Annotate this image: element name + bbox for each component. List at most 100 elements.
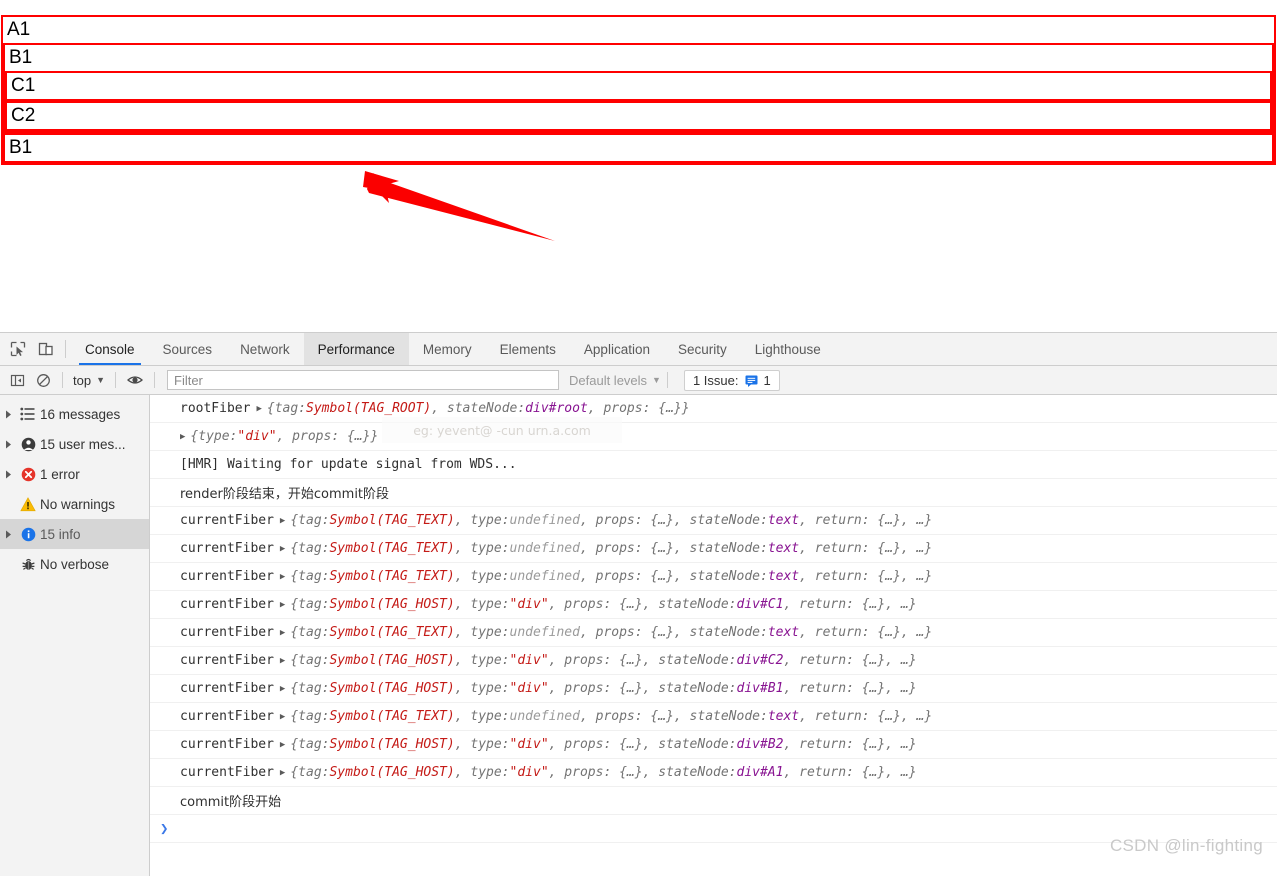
log-token-obj: , props: {…}, stateNode: bbox=[548, 597, 737, 612]
tab-memory[interactable]: Memory bbox=[409, 333, 486, 365]
log-token-obj: , type: bbox=[454, 765, 510, 780]
sidebar-item-info-label: 15 info bbox=[40, 526, 81, 542]
log-token-obj: , props: {…}, stateNode: bbox=[579, 625, 768, 640]
toolbar-divider bbox=[65, 340, 66, 358]
console-log-row[interactable]: currentFiber ▶ {tag: Symbol(TAG_TEXT), typ… bbox=[150, 507, 1277, 535]
log-token-str: "div" bbox=[237, 429, 277, 444]
log-token-obj: {tag: bbox=[290, 765, 330, 780]
expand-triangle-icon[interactable]: ▶ bbox=[256, 404, 261, 414]
expand-triangle-icon[interactable]: ▶ bbox=[280, 712, 285, 722]
console-log-row[interactable]: currentFiber ▶ {tag: Symbol(TAG_HOST), typ… bbox=[150, 591, 1277, 619]
console-log-row[interactable]: currentFiber ▶ {tag: Symbol(TAG_HOST), typ… bbox=[150, 675, 1277, 703]
tab-lighthouse[interactable]: Lighthouse bbox=[741, 333, 835, 365]
log-token-node: text bbox=[767, 709, 800, 724]
sidebar-item-verbose[interactable]: No verbose bbox=[0, 549, 149, 579]
tab-application[interactable]: Application bbox=[570, 333, 664, 365]
console-log-row[interactable]: ▶ {type: "div", props: {…}} bbox=[150, 423, 1277, 451]
live-expression-eye-icon[interactable] bbox=[122, 368, 148, 392]
log-level-selector[interactable]: Default levels ▼ bbox=[569, 373, 661, 388]
sidebar-item-warnings-label: No warnings bbox=[40, 496, 116, 512]
log-token-sym: Symbol(TAG_HOST) bbox=[329, 765, 455, 780]
log-token-obj: , return: {…}, …} bbox=[783, 681, 917, 696]
console-log-row[interactable]: currentFiber ▶ {tag: Symbol(TAG_HOST), typ… bbox=[150, 759, 1277, 787]
expand-triangle-icon[interactable]: ▶ bbox=[280, 768, 285, 778]
person-icon bbox=[16, 437, 40, 452]
console-log-row[interactable]: [HMR] Waiting for update signal from WDS… bbox=[150, 451, 1277, 479]
expand-triangle-icon[interactable]: ▶ bbox=[280, 600, 285, 610]
expand-triangle-icon[interactable]: ▶ bbox=[280, 740, 285, 750]
console-log-row[interactable]: commit阶段开始 bbox=[150, 787, 1277, 815]
log-token-str: "div" bbox=[509, 737, 549, 752]
log-token-obj: {tag: bbox=[290, 513, 330, 528]
issues-button[interactable]: 1 Issue: 1 bbox=[683, 369, 780, 391]
expand-triangle-icon[interactable]: ▶ bbox=[280, 628, 285, 638]
div-A1: A1 B1 C1 C2 B1 bbox=[1, 15, 1276, 165]
console-log-row[interactable]: currentFiber ▶ {tag: Symbol(TAG_TEXT), typ… bbox=[150, 535, 1277, 563]
log-row-prefix: currentFiber bbox=[180, 709, 274, 724]
console-filter-input[interactable] bbox=[167, 370, 559, 390]
log-row-prefix: currentFiber bbox=[180, 625, 274, 640]
log-token-obj: {tag: bbox=[290, 541, 330, 556]
log-token-obj: {tag: bbox=[290, 625, 330, 640]
expand-triangle-icon[interactable]: ▶ bbox=[280, 516, 285, 526]
log-token-obj: , props: {…}, stateNode: bbox=[548, 737, 737, 752]
device-toolbar-icon[interactable] bbox=[32, 333, 60, 365]
chevron-right-icon[interactable] bbox=[0, 470, 16, 479]
div-C1: C1 bbox=[5, 71, 1272, 101]
console-log-row[interactable]: currentFiber ▶ {tag: Symbol(TAG_TEXT), typ… bbox=[150, 619, 1277, 647]
tab-network[interactable]: Network bbox=[226, 333, 304, 365]
log-token-undef: undefined bbox=[509, 541, 580, 556]
console-sidebar-toggle-icon[interactable] bbox=[4, 368, 30, 392]
log-token-obj: , props: {…}} bbox=[276, 429, 379, 444]
log-token-node: div#B2 bbox=[736, 737, 784, 752]
console-log-row[interactable]: currentFiber ▶ {tag: Symbol(TAG_HOST), typ… bbox=[150, 731, 1277, 759]
console-log-row[interactable]: rootFiber ▶ {tag: Symbol(TAG_ROOT), stateN… bbox=[150, 395, 1277, 423]
log-row-prefix: currentFiber bbox=[180, 513, 274, 528]
expand-triangle-icon[interactable]: ▶ bbox=[180, 432, 185, 442]
sidebar-item-warnings[interactable]: No warnings bbox=[0, 489, 149, 519]
log-token-node: div#C2 bbox=[736, 653, 784, 668]
log-token-str: "div" bbox=[509, 653, 549, 668]
tab-console[interactable]: Console bbox=[71, 333, 149, 365]
tab-security[interactable]: Security bbox=[664, 333, 741, 365]
console-log-row[interactable]: currentFiber ▶ {tag: Symbol(TAG_TEXT), typ… bbox=[150, 703, 1277, 731]
div-B1: B1 C1 C2 bbox=[3, 43, 1274, 133]
chevron-right-icon[interactable] bbox=[0, 440, 16, 449]
log-token-node: text bbox=[767, 513, 800, 528]
console-log-row[interactable]: currentFiber ▶ {tag: Symbol(TAG_TEXT), typ… bbox=[150, 563, 1277, 591]
tab-sources[interactable]: Sources bbox=[149, 333, 227, 365]
sidebar-item-info[interactable]: 15 info bbox=[0, 519, 149, 549]
log-token-obj: , props: {…}} bbox=[587, 401, 690, 416]
log-token-obj: {type: bbox=[190, 429, 238, 444]
chevron-right-icon[interactable] bbox=[0, 530, 16, 539]
log-row-prefix: currentFiber bbox=[180, 681, 274, 696]
expand-triangle-icon[interactable]: ▶ bbox=[280, 572, 285, 582]
expand-triangle-icon[interactable]: ▶ bbox=[280, 544, 285, 554]
log-row-prefix: rootFiber bbox=[180, 401, 251, 416]
tab-elements[interactable]: Elements bbox=[486, 333, 570, 365]
chevron-right-icon[interactable] bbox=[0, 410, 16, 419]
expand-triangle-icon[interactable]: ▶ bbox=[280, 684, 285, 694]
execution-context-selector[interactable]: top ▼ bbox=[69, 373, 109, 388]
devtools-tabstrip: Console Sources Network Performance Memo… bbox=[0, 333, 1277, 366]
console-filter-toolbar: top ▼ Default levels ▼ 1 Issue: bbox=[0, 366, 1277, 395]
console-log-area[interactable]: rootFiber ▶ {tag: Symbol(TAG_ROOT), stateN… bbox=[150, 395, 1277, 876]
console-log-row[interactable]: currentFiber ▶ {tag: Symbol(TAG_HOST), typ… bbox=[150, 647, 1277, 675]
expand-triangle-icon[interactable]: ▶ bbox=[280, 656, 285, 666]
tab-performance[interactable]: Performance bbox=[303, 333, 409, 365]
log-token-undef: undefined bbox=[509, 625, 580, 640]
log-token-sym: Symbol(TAG_TEXT) bbox=[329, 569, 455, 584]
sidebar-item-user-messages[interactable]: 15 user mes... bbox=[0, 429, 149, 459]
issues-count: 1 bbox=[763, 372, 771, 388]
log-token-obj: {tag: bbox=[290, 569, 330, 584]
log-token-str: "div" bbox=[509, 765, 549, 780]
sidebar-item-verbose-label: No verbose bbox=[40, 556, 110, 572]
console-log-row[interactable]: render阶段结束，开始commit阶段 bbox=[150, 479, 1277, 507]
inspect-element-icon[interactable] bbox=[4, 333, 32, 365]
log-token-obj: , type: bbox=[454, 541, 510, 556]
console-prompt-row[interactable]: ❯ bbox=[150, 815, 1277, 843]
clear-console-icon[interactable] bbox=[30, 368, 56, 392]
sidebar-item-errors[interactable]: 1 error bbox=[0, 459, 149, 489]
tab-security-label: Security bbox=[677, 341, 727, 357]
sidebar-item-messages[interactable]: 16 messages bbox=[0, 399, 149, 429]
